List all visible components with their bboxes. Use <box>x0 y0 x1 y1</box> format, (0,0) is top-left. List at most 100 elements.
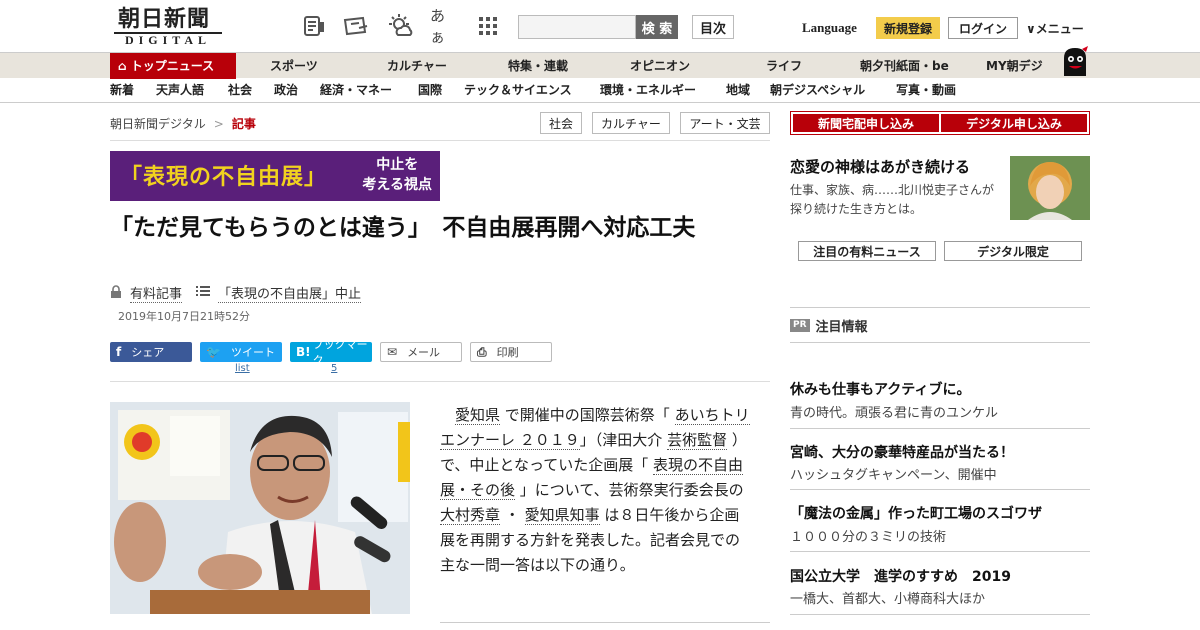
tag-art[interactable]: アート・文芸 <box>680 112 770 134</box>
menu-button[interactable]: ∨メニュー <box>1026 20 1084 37</box>
language-link[interactable]: Language <box>802 20 857 36</box>
weather-icon[interactable] <box>386 12 414 40</box>
twitter-icon: 🐦 <box>206 345 221 359</box>
tag-premium-news[interactable]: 注目の有料ニュース <box>798 241 936 261</box>
menu-label: メニュー <box>1035 22 1084 36</box>
nav-paper[interactable]: 朝夕刊紙面・be <box>860 53 949 79</box>
search-button[interactable]: 検 索 <box>636 15 678 39</box>
banner-side-line-1: 中止を <box>376 157 419 173</box>
facebook-icon: f <box>116 345 122 359</box>
body-link[interactable]: 大村秀章 <box>440 506 501 525</box>
divider <box>790 307 1090 308</box>
series-banner[interactable]: 「表現の不自由展」 中止を 考える視点 <box>110 151 440 201</box>
hatena-icon: B! <box>296 345 311 359</box>
nav2-international[interactable]: 国際 <box>418 78 442 102</box>
breadcrumb-home[interactable]: 朝日新聞デジタル <box>110 117 206 131</box>
nav-opinion[interactable]: オピニオン <box>630 53 690 79</box>
tag-digital-only[interactable]: デジタル限定 <box>944 241 1082 261</box>
nav-features[interactable]: 特集・連載 <box>508 53 568 79</box>
site-logo[interactable]: 朝日新聞 DIGITAL <box>110 6 230 48</box>
nav2-society[interactable]: 社会 <box>228 78 252 102</box>
pr-item-title[interactable]: 宮崎、大分の豪華特産品が当たる！ <box>790 442 1014 462</box>
nav-life[interactable]: ライフ <box>766 53 802 79</box>
pr-item-sub: ハッシュタグキャンペーン、開催中 <box>790 468 997 483</box>
featured-title[interactable]: 恋愛の神様はあがき続ける <box>790 156 970 177</box>
series-link[interactable]: 「表現の不自由展」中止 <box>218 283 362 303</box>
banner-side-text: 中止を 考える視点 <box>362 155 432 195</box>
newspaper-subscribe-button[interactable]: 新聞宅配申し込み <box>793 114 939 132</box>
body-text-segment: ・ <box>500 506 525 524</box>
nav2-tensei[interactable]: 天声人語 <box>156 78 204 102</box>
mail-label: メール <box>407 346 441 359</box>
nav2-tech[interactable]: テック＆サイエンス <box>464 78 572 102</box>
nav2-politics[interactable]: 政治 <box>274 78 298 102</box>
digital-subscribe-button[interactable]: デジタル申し込み <box>941 114 1087 132</box>
pr-heading: 注目情報 <box>815 320 868 335</box>
font-size-icon[interactable]: あぁ <box>430 7 458 46</box>
breadcrumb: 朝日新聞デジタル > 記事 <box>110 115 256 132</box>
article-date: 2019年10月7日21時52分 <box>118 310 250 323</box>
featured-image[interactable] <box>1010 156 1090 220</box>
mascot-icon[interactable] <box>1058 44 1092 78</box>
nav2-economy[interactable]: 経済・マネー <box>320 78 392 102</box>
pr-item-title[interactable]: 「魔法の金属」作った町工場のスゴワザ <box>790 503 1042 523</box>
nav2-local[interactable]: 地域 <box>726 78 750 102</box>
divider <box>790 428 1090 429</box>
article-body: 愛知県 で開催中の国際芸術祭「 あいちトリエンナーレ ２０１９」（津田大介 芸術… <box>440 403 752 578</box>
lock-icon <box>110 284 122 302</box>
pr-item-title[interactable]: 国公立大学 進学のすすめ 2019 <box>790 566 1011 586</box>
apps-grid-icon[interactable] <box>474 12 502 40</box>
body-link[interactable]: 愛知県 <box>455 406 501 425</box>
divider <box>110 381 770 382</box>
tag-culture[interactable]: カルチャー <box>592 112 670 134</box>
paid-article-label[interactable]: 有料記事 <box>130 283 183 303</box>
print-icon: ⎙ <box>477 344 487 359</box>
search-input[interactable] <box>518 15 636 39</box>
facebook-share-button[interactable]: f シェア <box>110 342 192 362</box>
nav2-new[interactable]: 新着 <box>110 78 134 102</box>
twitter-share-button[interactable]: 🐦 ツイート <box>200 342 282 362</box>
article-photo[interactable] <box>110 402 410 614</box>
breadcrumb-current: 記事 <box>231 117 256 131</box>
divider <box>790 551 1090 552</box>
body-link[interactable]: 芸術監督 <box>667 431 728 450</box>
twitter-count[interactable]: list <box>235 363 250 374</box>
nav2-environment[interactable]: 環境・エネルギー <box>600 78 696 102</box>
tag-society[interactable]: 社会 <box>540 112 582 134</box>
hatena-bookmark-button[interactable]: B! ブックマーク <box>290 338 372 367</box>
divider <box>790 342 1090 343</box>
newspaper-icon[interactable] <box>300 12 328 40</box>
body-text-segment: 」（津田大介 <box>579 431 668 449</box>
nav-my-asadigi[interactable]: MY朝デジ <box>986 53 1043 79</box>
pr-header: PR 注目情報 <box>790 316 868 335</box>
login-button[interactable]: ログイン <box>948 17 1018 39</box>
nav-sports[interactable]: スポーツ <box>270 53 318 79</box>
nav2-special[interactable]: 朝デジスペシャル <box>770 78 865 102</box>
secondary-nav: 新着 天声人語 社会 政治 経済・マネー 国際 テック＆サイエンス 環境・エネル… <box>0 78 1200 103</box>
print-button[interactable]: ⎙ 印刷 <box>470 342 552 362</box>
subscribe-box: 新聞宅配申し込み デジタル申し込み <box>790 111 1090 135</box>
hatena-count[interactable]: 5 <box>331 363 337 374</box>
nav2-photo[interactable]: 写真・動画 <box>896 78 956 102</box>
mail-button[interactable]: ✉ メール <box>380 342 462 362</box>
toc-button[interactable]: 目次 <box>692 15 734 39</box>
chevron-down-icon: ∨ <box>1026 22 1036 36</box>
article-meta: 有料記事 「表現の不自由展」中止 <box>110 283 362 303</box>
nav-top-news-label: トップニュース <box>130 59 215 73</box>
pr-item-sub: １０００分の３ミリの技術 <box>790 530 947 545</box>
body-text-segment: 」について、芸術祭実行委会長の <box>515 481 744 499</box>
twitter-share-label: ツイート <box>230 346 275 359</box>
featured-description: 仕事、家族、病……北川悦吏子さんが探り続けた生き方とは。 <box>790 183 995 216</box>
tablet-icon[interactable] <box>342 12 370 40</box>
nav-culture[interactable]: カルチャー <box>387 53 447 79</box>
primary-nav: ⌂ トップニュース スポーツ カルチャー 特集・連載 オピニオン ライフ 朝夕刊… <box>0 52 1200 79</box>
home-icon: ⌂ <box>118 59 127 73</box>
nav-top-news[interactable]: ⌂ トップニュース <box>110 53 236 79</box>
body-text-segment: で開催中の国際芸術祭「 <box>500 406 675 424</box>
mail-icon: ✉ <box>387 345 398 359</box>
divider <box>790 614 1090 615</box>
body-link[interactable]: 愛知県知事 <box>524 506 600 525</box>
register-button[interactable]: 新規登録 <box>876 17 940 39</box>
pr-item-title[interactable]: 休みも仕事もアクティブに。 <box>790 379 970 399</box>
breadcrumb-separator: > <box>213 117 224 131</box>
